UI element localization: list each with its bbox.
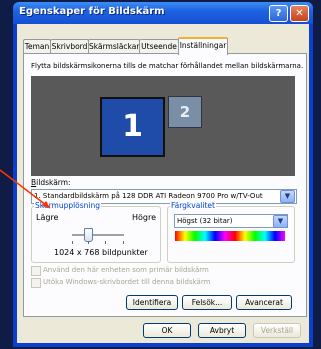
resolution-group: Skärmupplösning Lägre Högre 1024 x 768 b… [31,201,161,263]
resolution-legend: Skärmupplösning [34,201,102,210]
help-button[interactable]: ? [269,5,288,22]
extend-desktop-label: Utöka Windows-skrivbordet till denna bil… [43,278,211,286]
ok-button[interactable]: OK [143,323,191,338]
monitor-2-number: 2 [179,103,191,121]
settings-panel: Flytta bildskärmsikonerna tills de match… [23,53,307,317]
color-quality-legend: Färgkvalitet [170,201,216,210]
slider-tick [123,241,124,244]
apply-button[interactable]: Verkställ [253,323,301,338]
color-quality-value: Högst (32 bitar) [177,217,233,225]
chevron-down-icon[interactable]: ▼ [273,215,288,228]
resolution-slider-track[interactable] [72,234,124,237]
dialog-client-area: Teman Skrivbord Skärmsläckare Utseende I… [17,24,309,343]
color-quality-select[interactable]: Högst (32 bitar) ▼ [174,214,288,228]
monitor-1-icon[interactable]: 1 [100,97,165,157]
tab-settings[interactable]: Inställningar [178,37,228,55]
window-title: Egenskaper för Bildskärm [19,6,165,17]
tab-appearance[interactable]: Utseende [139,39,179,53]
display-properties-window: Egenskaper för Bildskärm ? ✕ Teman Skriv… [13,2,313,347]
slider-tick [88,241,89,244]
chevron-down-icon[interactable]: ▼ [280,190,295,203]
display-label: Bildskärm: [31,178,71,187]
monitor-2-icon[interactable]: 2 [168,96,202,128]
resolution-value: 1024 x 768 bildpunkter [54,248,148,257]
monitor-arrangement-area: 1 2 [31,76,295,176]
slider-tick [72,241,73,244]
extend-desktop-checkbox[interactable] [31,278,41,288]
primary-display-label: Använd den här enheten som primär bildsk… [43,266,209,274]
close-button[interactable]: ✕ [290,5,309,22]
monitor-1-number: 1 [122,109,143,144]
identify-button[interactable]: Identifiera [126,295,178,310]
resolution-low-label: Lägre [36,213,59,222]
color-spectrum-bar [175,231,285,241]
slider-tick [105,241,106,244]
tab-desktop[interactable]: Skrivbord [50,39,89,53]
troubleshoot-button[interactable]: Felsök... [182,295,232,310]
advanced-button[interactable]: Avancerat [236,295,292,310]
cancel-button[interactable]: Avbryt [198,323,246,338]
display-select-value: 1. Standardbildskärm på 128 DDR ATI Rade… [34,192,263,200]
primary-display-checkbox[interactable] [31,266,41,276]
resolution-slider-thumb[interactable] [84,228,93,242]
resolution-high-label: Högre [132,213,157,222]
monitor-description: Flytta bildskärmsikonerna tills de match… [31,62,304,70]
tab-screensaver[interactable]: Skärmsläckare [88,39,140,53]
color-quality-group: Färgkvalitet Högst (32 bitar) ▼ [167,201,295,263]
tab-themes[interactable]: Teman [23,39,51,53]
title-bar[interactable]: Egenskaper för Bildskärm ? ✕ [13,2,313,24]
